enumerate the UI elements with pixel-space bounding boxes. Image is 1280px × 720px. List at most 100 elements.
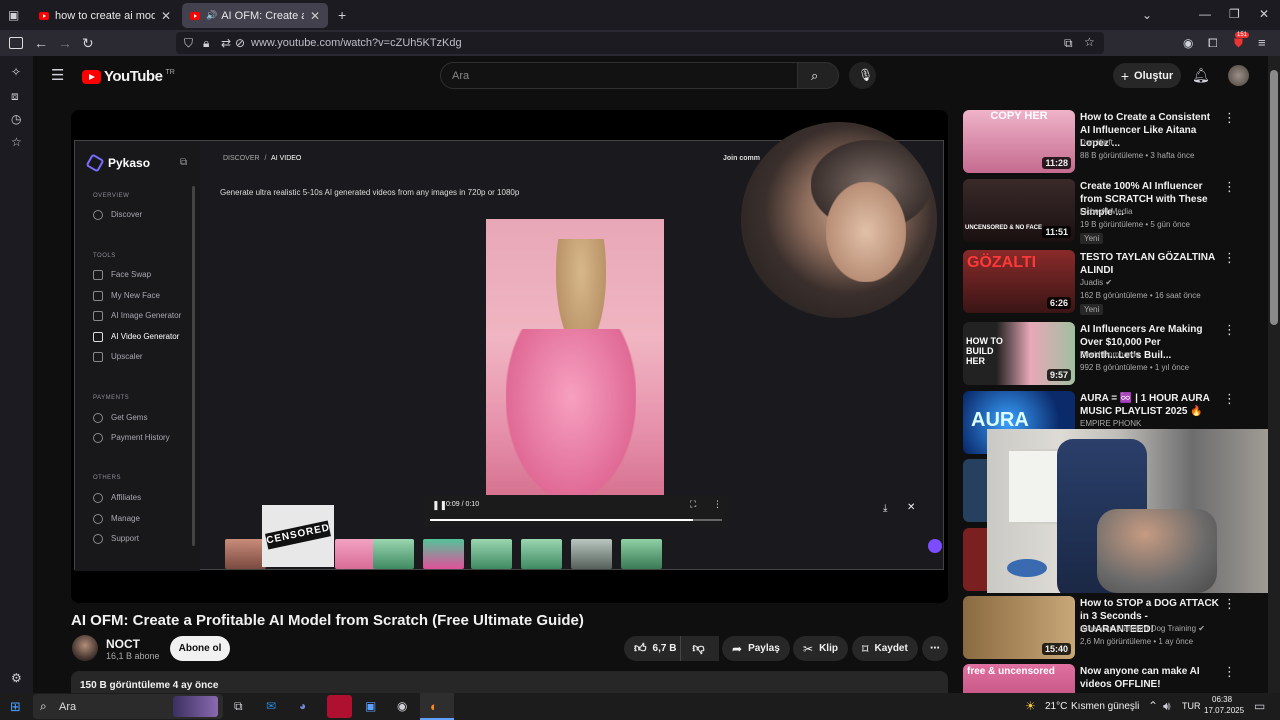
more-vertical-icon[interactable]: ⋮ xyxy=(1223,179,1236,195)
clock-time[interactable]: 06:38 xyxy=(1212,695,1232,704)
more-vertical-icon[interactable]: ⋮ xyxy=(1223,596,1236,612)
more-vertical-icon[interactable]: ⋮ xyxy=(1223,250,1236,266)
forward-icon[interactable]: → xyxy=(58,36,72,50)
user-avatar[interactable] xyxy=(1228,65,1249,86)
channel-name[interactable]: NOCT xyxy=(106,637,140,651)
inner-video-controls: ❚❚ 0:09 / 0:10 ⛶ ⋮ xyxy=(425,495,727,527)
account-icon[interactable]: ◉ xyxy=(1183,37,1193,49)
outlook-icon[interactable]: ✉ xyxy=(266,700,276,712)
recommendation-item[interactable]: COPY HER 11:28 How to Create a Consisten… xyxy=(963,110,1263,173)
recommendation-item[interactable]: HOW TO BUILD HER 9:57 AI Influencers Are… xyxy=(963,322,1263,385)
restore-icon[interactable]: ❐ xyxy=(1229,8,1240,20)
dislike-button[interactable]: 👎︎ xyxy=(680,636,716,661)
tab-ai-ofm[interactable]: 🔊 AI OFM: Create a Profitable ✕ xyxy=(182,3,328,28)
notification-center-icon[interactable]: ▭ xyxy=(1254,700,1265,712)
recommendation-thumbnail[interactable]: free & uncensored xyxy=(963,664,1075,693)
weather-icon[interactable]: ☀ xyxy=(1025,700,1036,712)
share-button[interactable]: ➦ Paylaş xyxy=(722,636,790,661)
recommendation-thumbnail[interactable]: HOW TO BUILD HER 9:57 xyxy=(963,322,1075,385)
recommendation-item[interactable]: free & uncensored Now anyone can make AI… xyxy=(963,664,1263,693)
scrollbar-thumb[interactable] xyxy=(1270,70,1278,325)
recommendation-thumbnail[interactable]: COPY HER 11:28 xyxy=(963,110,1075,173)
close-icon[interactable]: ✕ xyxy=(161,9,171,23)
recommendation-title[interactable]: TESTO TAYLAN GÖZALTINA ALINDI xyxy=(1080,251,1220,277)
chevron-down-icon[interactable]: ⌄ xyxy=(1142,9,1152,21)
scissors-icon: ✂ xyxy=(803,641,814,656)
shield-icon[interactable]: ⛉ xyxy=(184,37,193,49)
pip-icon[interactable]: ⧉ xyxy=(1064,37,1073,49)
youtube-play-logo-icon xyxy=(82,69,101,84)
ublock-icon[interactable]: ⛊ xyxy=(1234,37,1243,49)
more-actions-button[interactable]: ⋯ xyxy=(922,636,948,661)
recommendation-thumbnail[interactable]: 15:40 xyxy=(963,596,1075,659)
search-placeholder: Ara xyxy=(452,70,470,82)
page-scrollbar[interactable] xyxy=(1268,56,1280,693)
new-tab-icon[interactable]: + xyxy=(338,8,346,22)
bookmarks-icon[interactable]: ☆ xyxy=(11,136,22,148)
recommendation-item[interactable]: GÖZALTI 6:26 TESTO TAYLAN GÖZALTINA ALIN… xyxy=(963,250,1263,315)
minimize-icon[interactable]: — xyxy=(1199,8,1211,20)
tab-list-icon[interactable]: ▣ xyxy=(8,9,19,21)
create-button[interactable]: + Oluştur xyxy=(1113,63,1181,88)
hidden-thumbnail[interactable] xyxy=(963,459,987,522)
more-vertical-icon[interactable]: ⋮ xyxy=(1223,322,1236,338)
extensions-icon[interactable]: ⧠ xyxy=(1208,37,1218,49)
recommendation-thumbnail[interactable]: UNCENSORED & NO FACE 11:51 xyxy=(963,179,1075,242)
bookmark-star-icon[interactable]: ☆ xyxy=(1084,36,1095,48)
window-close-icon[interactable]: ✕ xyxy=(1259,8,1269,20)
sidebar-toggle-icon[interactable] xyxy=(9,37,23,49)
speaker-icon[interactable]: 🔊 xyxy=(206,10,217,21)
voice-search-button[interactable]: 🎙︎ xyxy=(849,62,876,89)
close-icon[interactable]: ✕ xyxy=(310,9,320,23)
clock-date[interactable]: 17.07.2025 xyxy=(1204,706,1244,715)
url-bar[interactable]: ⛉ 🔒︎ ⇄ ⊘ www.youtube.com/watch?v=cZUh5KT… xyxy=(176,32,1104,54)
app-window-icon[interactable]: ▣ xyxy=(365,700,376,712)
menu-icon[interactable]: ≡ xyxy=(1258,36,1266,49)
discord-icon[interactable]: ◕ xyxy=(299,700,306,712)
more-vertical-icon[interactable]: ⋮ xyxy=(1223,664,1236,680)
recommendation-title[interactable]: Now anyone can make AI videos OFFLINE! xyxy=(1080,665,1220,691)
app-red-icon[interactable] xyxy=(327,695,352,718)
description-box[interactable]: 150 B görüntüleme 4 ay önce xyxy=(71,671,948,693)
more-vertical-icon[interactable]: ⋮ xyxy=(1223,391,1236,407)
permissions-icon[interactable]: ⇄ xyxy=(221,37,231,49)
obs-icon[interactable]: ◉ xyxy=(397,700,407,712)
synced-tabs-icon[interactable]: ⧈ xyxy=(11,90,19,102)
tracking-icon[interactable]: ⊘ xyxy=(235,37,245,49)
search-button[interactable]: ⌕ xyxy=(797,62,839,89)
recommendation-title[interactable]: AURA = ♾️ | 1 HOUR AURA MUSIC PLAYLIST 2… xyxy=(1080,392,1220,418)
duration-badge: 6:26 xyxy=(1046,297,1071,309)
taskbar-search[interactable]: ⌕ Ara xyxy=(33,694,223,719)
channel-avatar[interactable] xyxy=(72,635,98,661)
recommendation-item[interactable]: UNCENSORED & NO FACE 11:51 Create 100% A… xyxy=(963,179,1263,244)
clip-button[interactable]: ✂ Klip xyxy=(793,636,848,661)
history-icon xyxy=(93,432,103,443)
search-input[interactable]: Ara xyxy=(440,62,798,89)
task-view-icon[interactable]: ⧉ xyxy=(234,700,243,712)
language-indicator[interactable]: TUR xyxy=(1182,701,1201,711)
ai-chat-icon[interactable]: ✧ xyxy=(11,66,21,78)
tab-how-to-create[interactable]: how to create ai models for onl ✕ xyxy=(31,3,179,28)
more-vertical-icon[interactable]: ⋮ xyxy=(1223,110,1236,126)
back-icon[interactable]: ← xyxy=(34,36,48,50)
reload-icon[interactable]: ↻ xyxy=(82,36,94,50)
hidden-thumbnail[interactable] xyxy=(963,528,987,591)
save-button[interactable]: ⌑ Kaydet xyxy=(852,636,918,661)
recommendation-thumbnail[interactable]: GÖZALTI 6:26 xyxy=(963,250,1075,313)
subscribe-button[interactable]: Abone ol xyxy=(170,636,230,661)
lock-icon[interactable]: 🔒︎ xyxy=(203,37,209,49)
recommendation-item[interactable]: 15:40 How to STOP a DOG ATTACK in 3 Seco… xyxy=(963,596,1263,659)
tray-chevron-icon[interactable]: ⌃ xyxy=(1148,700,1158,712)
upscale-icon xyxy=(93,351,103,362)
person-shape xyxy=(1097,509,1217,593)
settings-gear-icon[interactable]: ⚙ xyxy=(11,672,22,684)
notifications-bell-icon[interactable]: 🔔︎ xyxy=(1192,68,1210,82)
volume-icon[interactable]: 🔊︎ xyxy=(1163,700,1171,712)
recommendation-channel: Juadis ✔ xyxy=(1080,278,1113,287)
youtube-logo[interactable]: YouTube TR xyxy=(82,68,175,85)
share-arrow-icon: ➦ xyxy=(732,641,743,656)
history-icon[interactable]: ◷ xyxy=(11,113,21,125)
hamburger-menu-icon[interactable]: ☰ xyxy=(51,68,64,83)
firefox-taskbar-button[interactable]: ◐ xyxy=(420,693,454,720)
windows-start-icon[interactable]: ⊞ xyxy=(10,700,21,713)
